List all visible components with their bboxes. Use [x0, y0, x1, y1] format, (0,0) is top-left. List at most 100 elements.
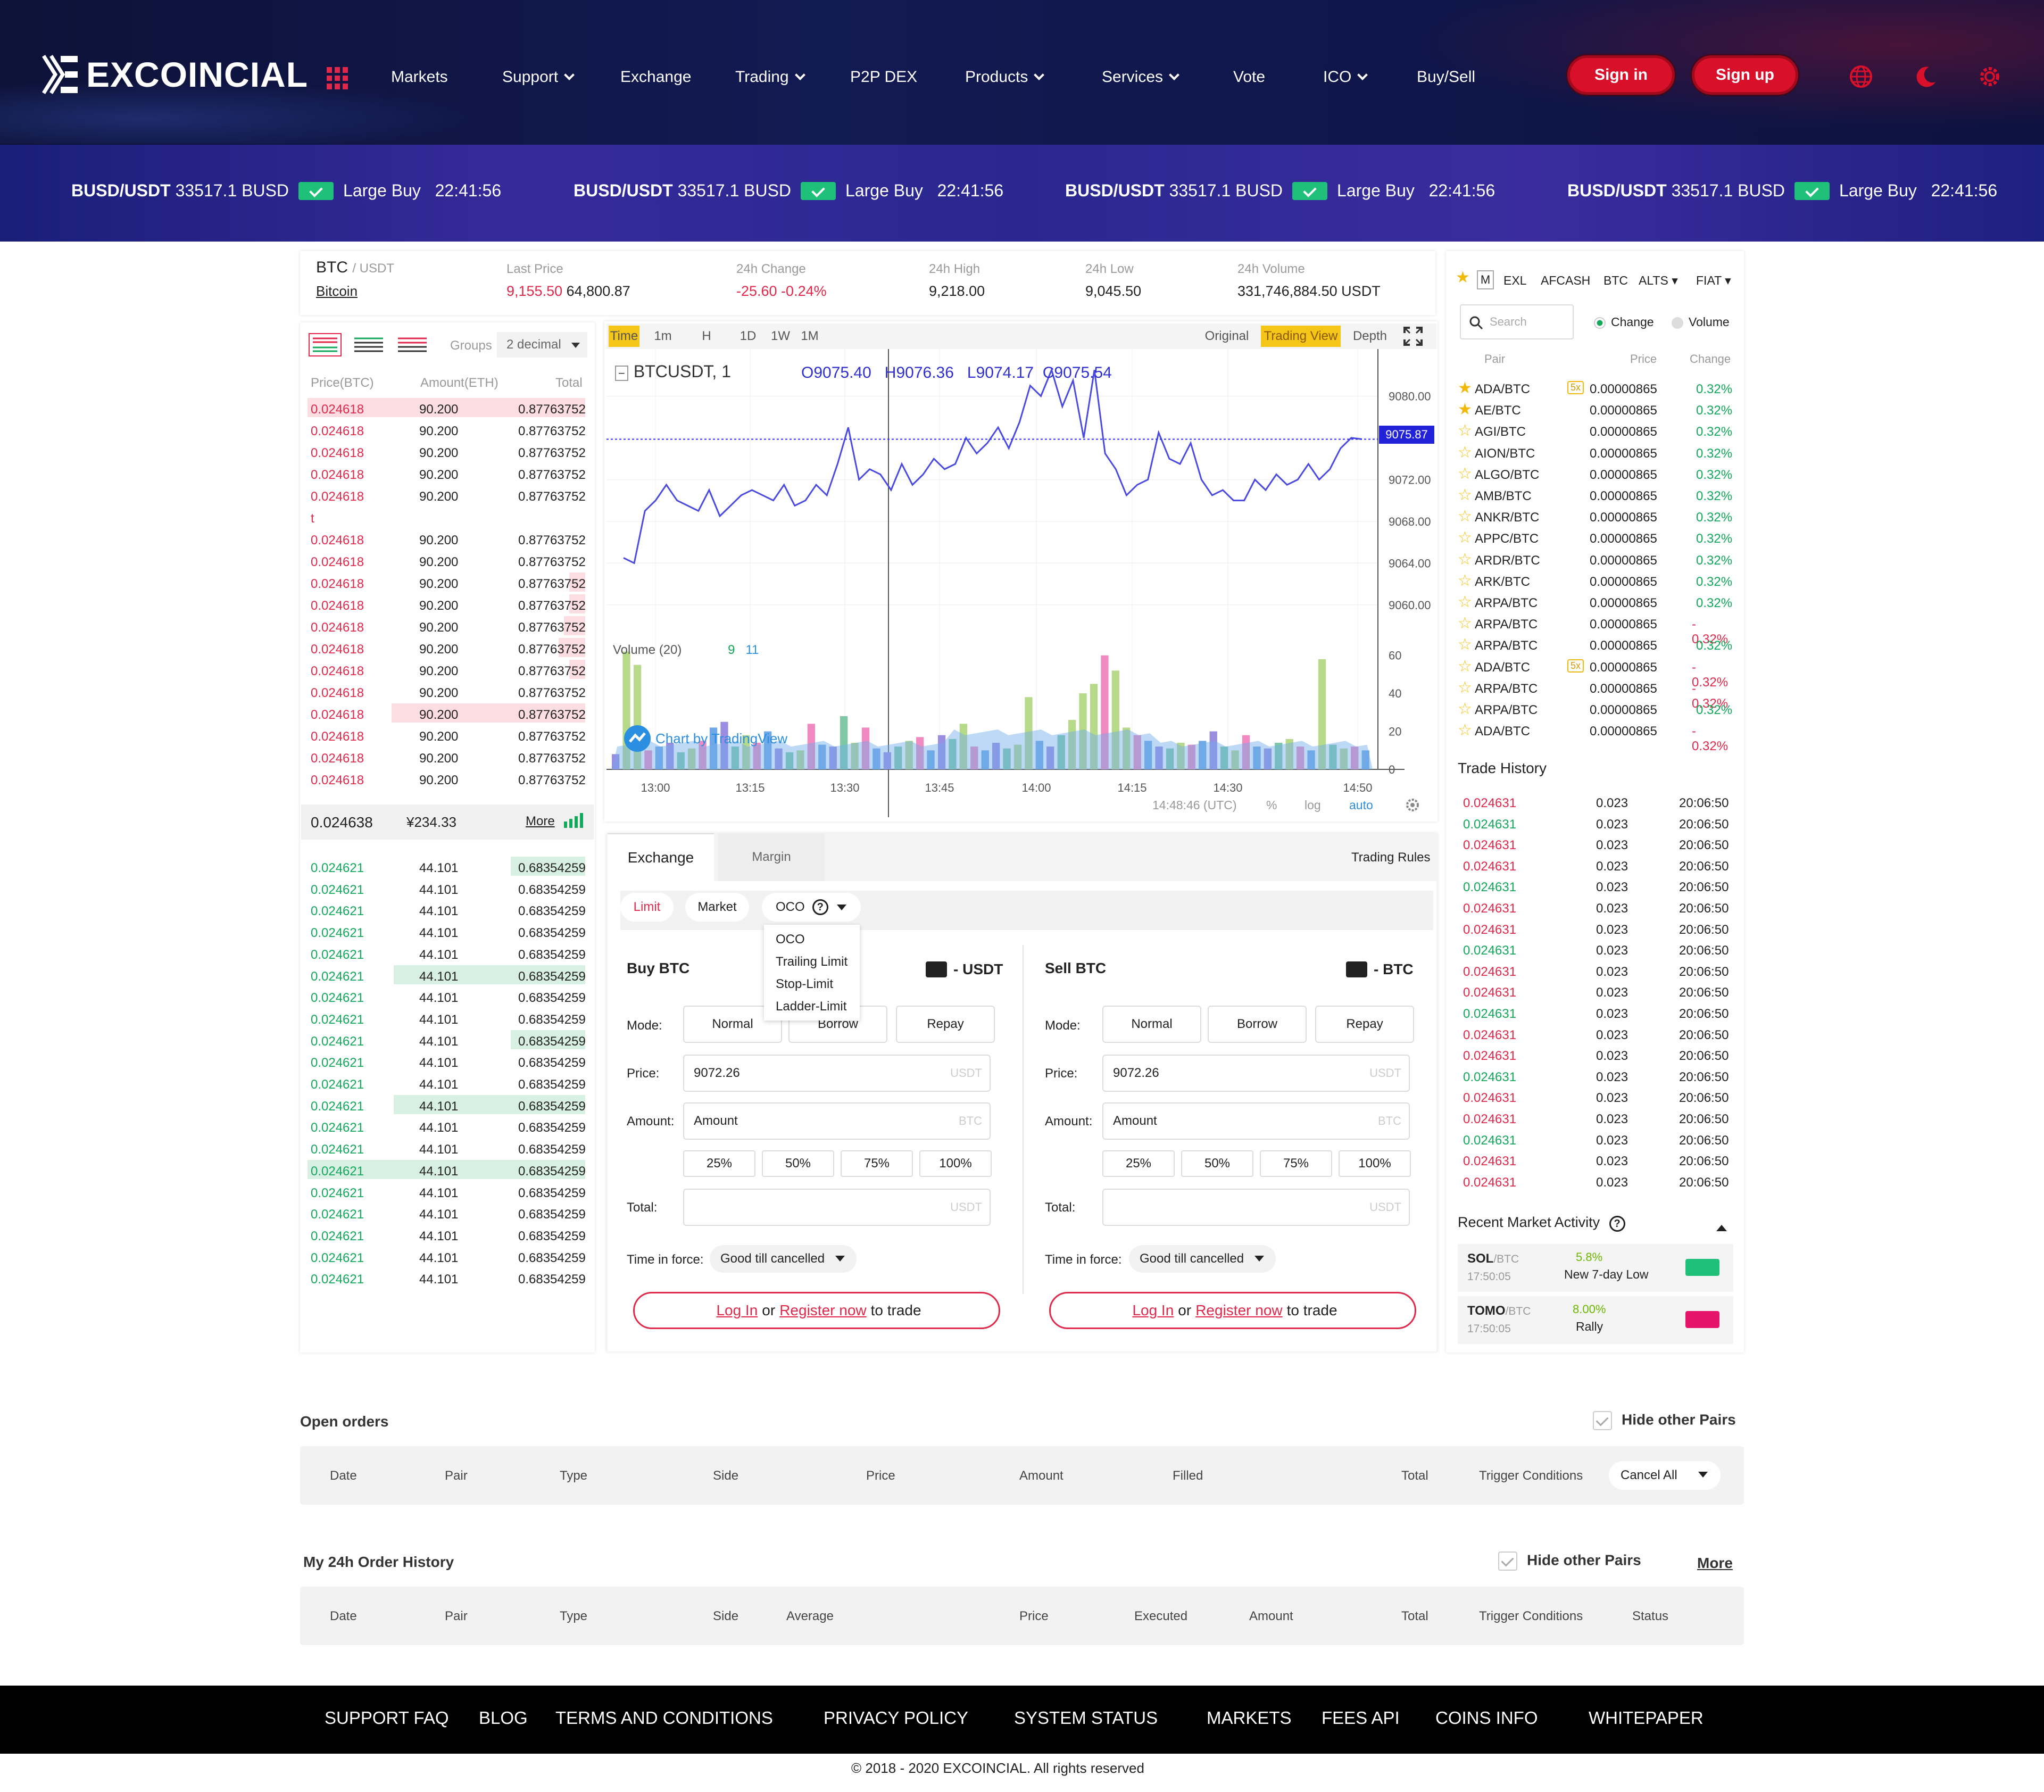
trading-rules-link[interactable]: Trading Rules [1351, 850, 1431, 865]
market-row[interactable]: ☆ ARPA/BTC 0.00000865 0.32% [1458, 700, 1734, 721]
view-original[interactable]: Original [1202, 326, 1251, 347]
coin-name-link[interactable]: Bitcoin [316, 283, 358, 300]
bid-row[interactable]: 0.024621 44.101 0.68354259 [311, 1268, 598, 1289]
view-depth[interactable]: Depth [1346, 326, 1394, 347]
ask-row[interactable]: 0.024618 90.200 0.87763752 [311, 616, 598, 637]
favorite-star-icon[interactable]: ☆ [1458, 443, 1472, 462]
footer-link-privacy-policy[interactable]: PRIVACY POLICY [824, 1708, 968, 1728]
bid-row[interactable]: 0.024621 44.101 0.68354259 [311, 878, 598, 900]
favorite-star-icon[interactable]: ☆ [1458, 486, 1472, 504]
ticker-item[interactable]: BUSD/USDT 33517.1 BUSD Large Buy 22:41:56 [71, 181, 501, 201]
order-type-market[interactable]: Market [685, 893, 749, 922]
activity-item[interactable]: SOL/BTC 17:50:05 5.8% New 7-day Low [1458, 1244, 1733, 1292]
globe-icon[interactable] [1848, 64, 1874, 89]
view-trading-view[interactable]: Trading View [1261, 326, 1341, 347]
book-both-icon[interactable] [309, 333, 342, 356]
favorite-star-icon[interactable]: ☆ [1458, 657, 1472, 676]
nav-products[interactable]: Products [965, 68, 1045, 86]
activity-item[interactable]: TOMO/BTC 17:50:05 8.00% Rally [1458, 1296, 1733, 1344]
login-link[interactable]: Log In [1132, 1302, 1174, 1319]
market-row[interactable]: ☆ AGI/BTC 0.00000865 0.32% [1458, 421, 1734, 443]
nav-services[interactable]: Services [1102, 68, 1179, 86]
tradingview-watermark[interactable]: Chart by TradingView [624, 725, 787, 752]
nav-buy-sell[interactable]: Buy/Sell [1417, 68, 1475, 86]
collapse-icon[interactable]: − [615, 366, 628, 381]
order-history-more-link[interactable]: More [1697, 1555, 1733, 1572]
moon-icon[interactable] [1913, 64, 1939, 89]
favorite-star-icon[interactable]: ☆ [1458, 421, 1472, 440]
sell-pct-50[interactable]: 50% [1181, 1150, 1253, 1177]
interval-h[interactable]: H [692, 326, 721, 347]
buy-pct-75[interactable]: 75% [841, 1150, 913, 1177]
footer-link-fees-api[interactable]: FEES API [1322, 1708, 1400, 1728]
bid-row[interactable]: 0.024621 44.101 0.68354259 [311, 922, 598, 943]
footer-link-coins-info[interactable]: COINS INFO [1435, 1708, 1538, 1728]
ask-row[interactable]: 0.024618 90.200 0.87763752 [311, 638, 598, 659]
bid-row[interactable]: 0.024621 44.101 0.68354259 [311, 1073, 598, 1094]
buy-login-cta[interactable]: Log In or Register now to trade [633, 1292, 1000, 1329]
sell-pct-25[interactable]: 25% [1102, 1150, 1175, 1177]
brand-logo[interactable]: EXCOINCIAL [41, 53, 308, 96]
sort-change-radio[interactable]: Change [1594, 315, 1654, 329]
favorite-star-icon[interactable]: ☆ [1458, 507, 1472, 526]
sort-volume-radio[interactable]: Volume [1672, 315, 1730, 329]
sell-amount-input[interactable]: Amount BTC [1102, 1102, 1410, 1140]
ask-row[interactable]: 0.024618 90.200 0.87763752 [311, 442, 598, 463]
market-row[interactable]: ☆ ARK/BTC 0.00000865 0.32% [1458, 571, 1734, 593]
market-row[interactable]: ☆ AION/BTC 0.00000865 0.32% [1458, 443, 1734, 464]
nav-ico[interactable]: ICO [1323, 68, 1368, 86]
ask-row[interactable]: 0.024618 90.200 0.87763752 [311, 703, 598, 725]
market-row[interactable]: ☆ ARDR/BTC 0.00000865 0.32% [1458, 550, 1734, 571]
buy-tif-select[interactable]: Good till cancelled [710, 1245, 857, 1273]
market-row[interactable]: ☆ ARPA/BTC 0.00000865 0.32% [1458, 593, 1734, 614]
bid-row[interactable]: 0.024621 44.101 0.68354259 [311, 986, 598, 1008]
buy-total-input[interactable]: USDT [683, 1189, 991, 1226]
favorite-star-icon[interactable]: ☆ [1458, 571, 1472, 590]
interval-1m[interactable]: 1m [650, 326, 676, 347]
footer-link-whitepaper[interactable]: WHITEPAPER [1589, 1708, 1704, 1728]
bid-row[interactable]: 0.024621 44.101 0.68354259 [311, 1051, 598, 1073]
percent-toggle[interactable]: % [1266, 798, 1277, 812]
market-search-input[interactable]: Search [1460, 304, 1574, 339]
ticker-item[interactable]: BUSD/USDT 33517.1 BUSD Large Buy 22:41:56 [1065, 181, 1495, 201]
help-icon[interactable]: ? [1609, 1216, 1625, 1232]
buy-pct-25[interactable]: 25% [683, 1150, 755, 1177]
book-bids-icon[interactable] [352, 333, 385, 356]
sell-mode-normal[interactable]: Normal [1102, 1006, 1201, 1043]
menu-item-oco[interactable]: OCO [776, 932, 805, 947]
tab-btc[interactable]: BTC [1603, 273, 1628, 288]
ask-row[interactable]: 0.024618 90.200 0.87763752 [311, 682, 598, 703]
ask-row[interactable]: 0.024618 90.200 0.87763752 [311, 660, 598, 681]
ask-row[interactable]: 0.024618 90.200 0.87763752 [311, 769, 598, 790]
bid-row[interactable]: 0.024621 44.101 0.68354259 [311, 943, 598, 965]
order-type-limit[interactable]: Limit [620, 893, 674, 922]
tab-exl[interactable]: EXL [1503, 273, 1526, 288]
sell-pct-75[interactable]: 75% [1260, 1150, 1332, 1177]
buy-mode-repay[interactable]: Repay [896, 1006, 995, 1043]
ticker-item[interactable]: BUSD/USDT 33517.1 BUSD Large Buy 22:41:56 [1567, 181, 1997, 201]
cancel-all-select[interactable]: Cancel All [1609, 1461, 1721, 1490]
ask-row[interactable]: 0.024618 90.200 0.87763752 [311, 747, 598, 768]
sell-total-input[interactable]: USDT [1102, 1189, 1410, 1226]
sign-in-button[interactable]: Sign in [1567, 55, 1675, 95]
menu-item-stop-limit[interactable]: Stop-Limit [776, 977, 833, 992]
bid-row[interactable]: 0.024621 44.101 0.68354259 [311, 1008, 598, 1030]
favorite-star-icon[interactable]: ☆ [1458, 635, 1472, 654]
tab-margin-m[interactable]: M [1477, 270, 1494, 289]
gear-icon[interactable] [1977, 64, 2003, 89]
market-row[interactable]: ☆ ARPA/BTC 0.00000865- 0.32% [1458, 678, 1734, 711]
tab-exchange[interactable]: Exchange [608, 833, 714, 881]
ask-row[interactable]: 0.024618 90.200 0.87763752 [311, 551, 598, 572]
bid-row[interactable]: 0.024621 44.101 0.68354259 [311, 1116, 598, 1138]
bid-row[interactable]: 0.024621 44.101 0.68354259 [311, 1247, 598, 1268]
menu-item-trailing-limit[interactable]: Trailing Limit [776, 955, 847, 969]
interval-1m[interactable]: 1M [798, 326, 821, 347]
log-toggle[interactable]: log [1304, 798, 1321, 812]
ask-row[interactable]: 0.024618 90.200 0.87763752 [311, 463, 598, 485]
book-asks-icon[interactable] [396, 333, 429, 356]
favorite-star-icon[interactable]: ☆ [1458, 700, 1472, 718]
favorite-star-icon[interactable]: ☆ [1458, 528, 1472, 547]
bid-row[interactable]: 0.024621 44.101 0.68354259 [311, 1182, 598, 1203]
sign-up-button[interactable]: Sign up [1692, 55, 1798, 95]
footer-link-support-faq[interactable]: SUPPORT FAQ [325, 1708, 449, 1728]
